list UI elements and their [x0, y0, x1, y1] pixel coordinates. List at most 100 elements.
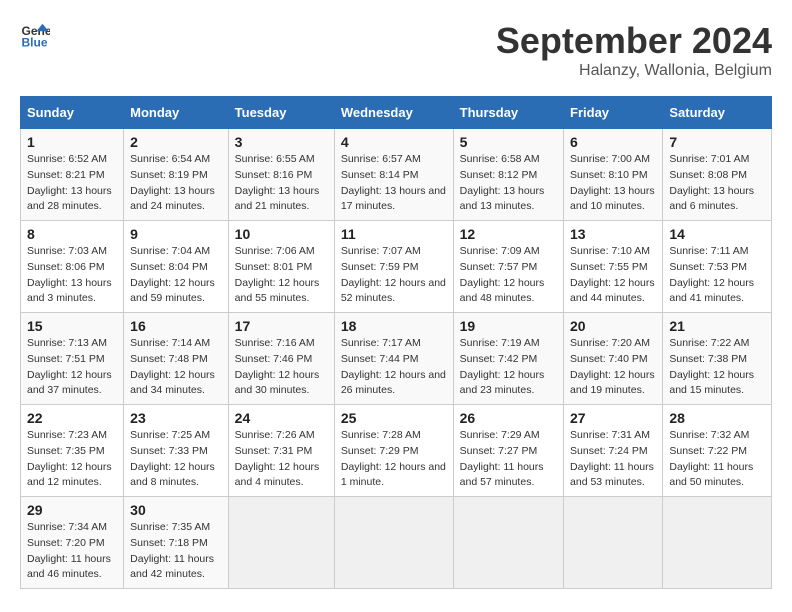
day-number: 2	[130, 134, 222, 150]
day-detail: Sunrise: 7:10 AMSunset: 7:55 PMDaylight:…	[570, 244, 656, 307]
day-detail: Sunrise: 7:20 AMSunset: 7:40 PMDaylight:…	[570, 336, 656, 399]
day-detail: Sunrise: 7:35 AMSunset: 7:18 PMDaylight:…	[130, 520, 222, 583]
calendar-week-row: 29 Sunrise: 7:34 AMSunset: 7:20 PMDayligh…	[21, 497, 772, 589]
day-detail: Sunrise: 7:00 AMSunset: 8:10 PMDaylight:…	[570, 152, 656, 215]
day-number: 25	[341, 410, 447, 426]
day-number: 22	[27, 410, 117, 426]
day-detail: Sunrise: 7:26 AMSunset: 7:31 PMDaylight:…	[235, 428, 328, 491]
day-number: 27	[570, 410, 656, 426]
location-title: Halanzy, Wallonia, Belgium	[496, 62, 772, 80]
day-detail: Sunrise: 7:25 AMSunset: 7:33 PMDaylight:…	[130, 428, 222, 491]
calendar-week-row: 1 Sunrise: 6:52 AMSunset: 8:21 PMDaylight…	[21, 129, 772, 221]
day-number: 10	[235, 226, 328, 242]
table-row: 25 Sunrise: 7:28 AMSunset: 7:29 PMDayligh…	[334, 405, 453, 497]
day-number: 29	[27, 502, 117, 518]
header-row: Sunday Monday Tuesday Wednesday Thursday…	[21, 97, 772, 129]
table-row: 18 Sunrise: 7:17 AMSunset: 7:44 PMDayligh…	[334, 313, 453, 405]
day-detail: Sunrise: 7:28 AMSunset: 7:29 PMDaylight:…	[341, 428, 447, 491]
calendar-week-row: 8 Sunrise: 7:03 AMSunset: 8:06 PMDaylight…	[21, 221, 772, 313]
day-detail: Sunrise: 7:03 AMSunset: 8:06 PMDaylight:…	[27, 244, 117, 307]
day-number: 15	[27, 318, 117, 334]
table-row: 7 Sunrise: 7:01 AMSunset: 8:08 PMDaylight…	[663, 129, 772, 221]
day-number: 13	[570, 226, 656, 242]
table-row	[228, 497, 334, 589]
table-row: 26Sunrise: 7:29 AMSunset: 7:27 PMDayligh…	[453, 405, 563, 497]
day-number: 7	[669, 134, 765, 150]
table-row: 2Sunrise: 6:54 AMSunset: 8:19 PMDaylight…	[124, 129, 229, 221]
day-number: 12	[460, 226, 557, 242]
title-area: September 2024 Halanzy, Wallonia, Belgiu…	[496, 20, 772, 80]
day-detail: Sunrise: 7:19 AMSunset: 7:42 PMDaylight:…	[460, 336, 557, 399]
day-detail: Sunrise: 6:52 AMSunset: 8:21 PMDaylight:…	[27, 152, 117, 215]
day-number: 18	[341, 318, 447, 334]
month-title: September 2024	[496, 20, 772, 62]
table-row: 11 Sunrise: 7:07 AMSunset: 7:59 PMDayligh…	[334, 221, 453, 313]
day-detail: Sunrise: 7:31 AMSunset: 7:24 PMDaylight:…	[570, 428, 656, 491]
day-number: 5	[460, 134, 557, 150]
table-row	[334, 497, 453, 589]
col-tuesday: Tuesday	[228, 97, 334, 129]
day-detail: Sunrise: 7:34 AMSunset: 7:20 PMDaylight:…	[27, 520, 117, 583]
day-detail: Sunrise: 6:57 AMSunset: 8:14 PMDaylight:…	[341, 152, 447, 215]
svg-text:Blue: Blue	[22, 35, 48, 49]
day-number: 14	[669, 226, 765, 242]
day-number: 11	[341, 226, 447, 242]
col-wednesday: Wednesday	[334, 97, 453, 129]
day-number: 17	[235, 318, 328, 334]
day-detail: Sunrise: 7:04 AMSunset: 8:04 PMDaylight:…	[130, 244, 222, 307]
day-detail: Sunrise: 7:11 AMSunset: 7:53 PMDaylight:…	[669, 244, 765, 307]
day-detail: Sunrise: 7:01 AMSunset: 8:08 PMDaylight:…	[669, 152, 765, 215]
table-row: 30Sunrise: 7:35 AMSunset: 7:18 PMDayligh…	[124, 497, 229, 589]
col-friday: Friday	[564, 97, 663, 129]
day-number: 16	[130, 318, 222, 334]
table-row: 17 Sunrise: 7:16 AMSunset: 7:46 PMDayligh…	[228, 313, 334, 405]
col-thursday: Thursday	[453, 97, 563, 129]
table-row: 10Sunrise: 7:06 AMSunset: 8:01 PMDayligh…	[228, 221, 334, 313]
day-number: 8	[27, 226, 117, 242]
calendar-week-row: 15Sunrise: 7:13 AMSunset: 7:51 PMDayligh…	[21, 313, 772, 405]
day-detail: Sunrise: 7:17 AMSunset: 7:44 PMDaylight:…	[341, 336, 447, 399]
day-detail: Sunrise: 7:09 AMSunset: 7:57 PMDaylight:…	[460, 244, 557, 307]
col-saturday: Saturday	[663, 97, 772, 129]
day-detail: Sunrise: 7:16 AMSunset: 7:46 PMDaylight:…	[235, 336, 328, 399]
table-row: 22 Sunrise: 7:23 AMSunset: 7:35 PMDayligh…	[21, 405, 124, 497]
day-number: 28	[669, 410, 765, 426]
table-row: 15Sunrise: 7:13 AMSunset: 7:51 PMDayligh…	[21, 313, 124, 405]
calendar-week-row: 22 Sunrise: 7:23 AMSunset: 7:35 PMDayligh…	[21, 405, 772, 497]
col-monday: Monday	[124, 97, 229, 129]
table-row: 3 Sunrise: 6:55 AMSunset: 8:16 PMDaylight…	[228, 129, 334, 221]
logo: General Blue	[20, 20, 50, 50]
logo-icon: General Blue	[20, 20, 50, 50]
day-detail: Sunrise: 7:07 AMSunset: 7:59 PMDaylight:…	[341, 244, 447, 307]
day-detail: Sunrise: 6:55 AMSunset: 8:16 PMDaylight:…	[235, 152, 328, 215]
day-number: 3	[235, 134, 328, 150]
table-row: 21 Sunrise: 7:22 AMSunset: 7:38 PMDayligh…	[663, 313, 772, 405]
day-number: 21	[669, 318, 765, 334]
table-row: 27 Sunrise: 7:31 AMSunset: 7:24 PMDayligh…	[564, 405, 663, 497]
table-row	[564, 497, 663, 589]
day-detail: Sunrise: 7:22 AMSunset: 7:38 PMDaylight:…	[669, 336, 765, 399]
day-number: 19	[460, 318, 557, 334]
table-row	[663, 497, 772, 589]
table-row: 5Sunrise: 6:58 AMSunset: 8:12 PMDaylight…	[453, 129, 563, 221]
day-number: 23	[130, 410, 222, 426]
day-number: 24	[235, 410, 328, 426]
header: General Blue September 2024 Halanzy, Wal…	[20, 20, 772, 80]
table-row: 28 Sunrise: 7:32 AMSunset: 7:22 PMDayligh…	[663, 405, 772, 497]
table-row: 12 Sunrise: 7:09 AMSunset: 7:57 PMDayligh…	[453, 221, 563, 313]
table-row: 1 Sunrise: 6:52 AMSunset: 8:21 PMDaylight…	[21, 129, 124, 221]
day-detail: Sunrise: 7:23 AMSunset: 7:35 PMDaylight:…	[27, 428, 117, 491]
day-number: 6	[570, 134, 656, 150]
table-row: 24 Sunrise: 7:26 AMSunset: 7:31 PMDayligh…	[228, 405, 334, 497]
table-row: 19 Sunrise: 7:19 AMSunset: 7:42 PMDayligh…	[453, 313, 563, 405]
day-number: 4	[341, 134, 447, 150]
day-detail: Sunrise: 7:14 AMSunset: 7:48 PMDaylight:…	[130, 336, 222, 399]
table-row: 13 Sunrise: 7:10 AMSunset: 7:55 PMDayligh…	[564, 221, 663, 313]
day-number: 1	[27, 134, 117, 150]
table-row	[453, 497, 563, 589]
col-sunday: Sunday	[21, 97, 124, 129]
table-row: 8 Sunrise: 7:03 AMSunset: 8:06 PMDaylight…	[21, 221, 124, 313]
day-detail: Sunrise: 7:32 AMSunset: 7:22 PMDaylight:…	[669, 428, 765, 491]
day-detail: Sunrise: 7:29 AMSunset: 7:27 PMDaylight:…	[460, 428, 557, 491]
table-row: 23 Sunrise: 7:25 AMSunset: 7:33 PMDayligh…	[124, 405, 229, 497]
